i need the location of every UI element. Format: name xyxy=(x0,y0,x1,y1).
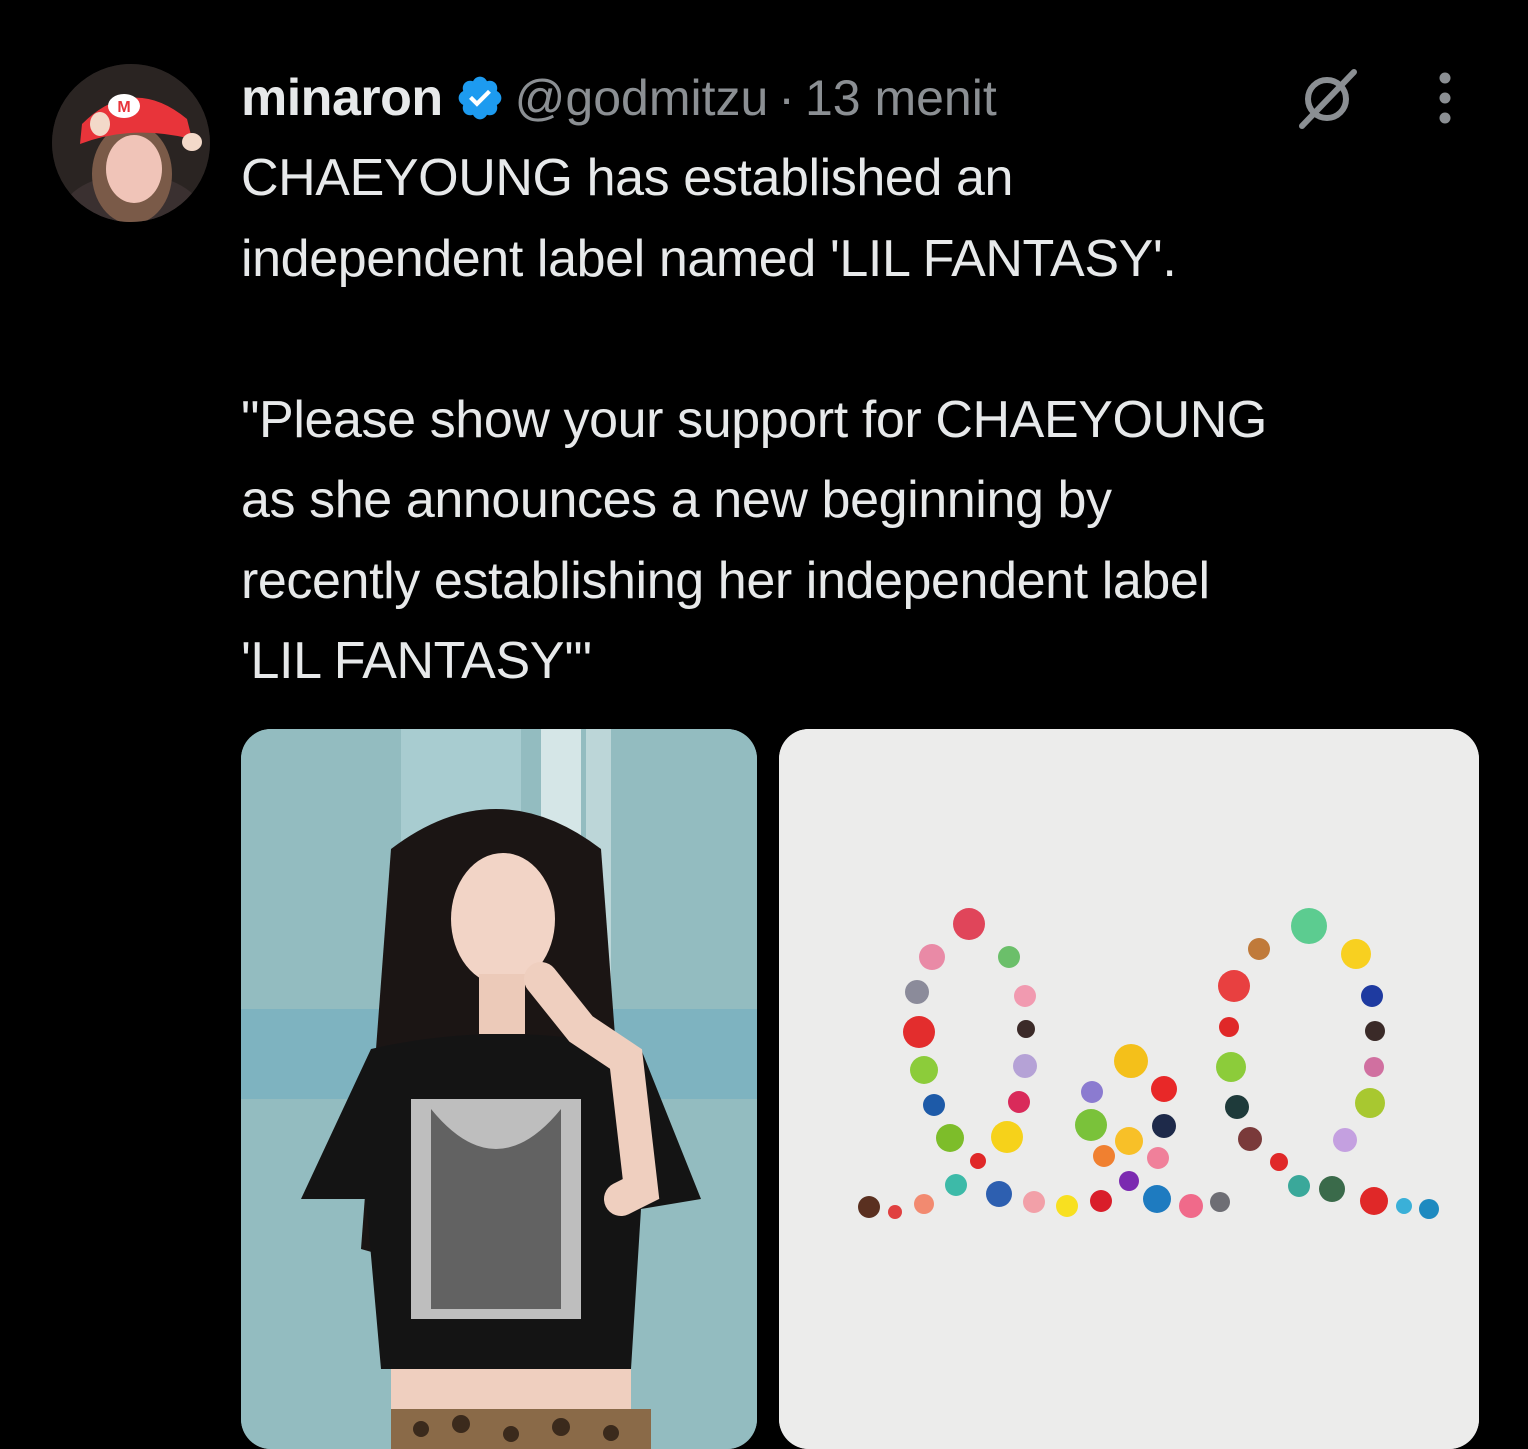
timestamp[interactable]: 13 menit xyxy=(805,69,997,127)
user-handle[interactable]: @godmitzu xyxy=(515,69,769,127)
media-photo-buttons-logo[interactable] xyxy=(779,729,1479,1449)
avatar[interactable]: M xyxy=(52,64,210,222)
avatar-image: M xyxy=(52,64,210,222)
media-photo-chaeyoung[interactable] xyxy=(241,729,757,1449)
tweet-text: CHAEYOUNG has established an independent… xyxy=(241,149,1267,690)
grok-icon[interactable] xyxy=(1294,66,1360,132)
separator-dot: · xyxy=(778,70,795,126)
verified-badge-icon xyxy=(455,73,505,123)
display-name[interactable]: minaron xyxy=(241,68,443,128)
tweet[interactable]: M minaron @godmitzu · 13 menit CHAEYOUNG xyxy=(0,0,1528,1449)
svg-text:M: M xyxy=(117,99,130,116)
tweet-header: minaron @godmitzu · 13 menit xyxy=(241,66,997,130)
more-options-icon[interactable] xyxy=(1430,70,1460,126)
tweet-media xyxy=(241,729,1481,1449)
